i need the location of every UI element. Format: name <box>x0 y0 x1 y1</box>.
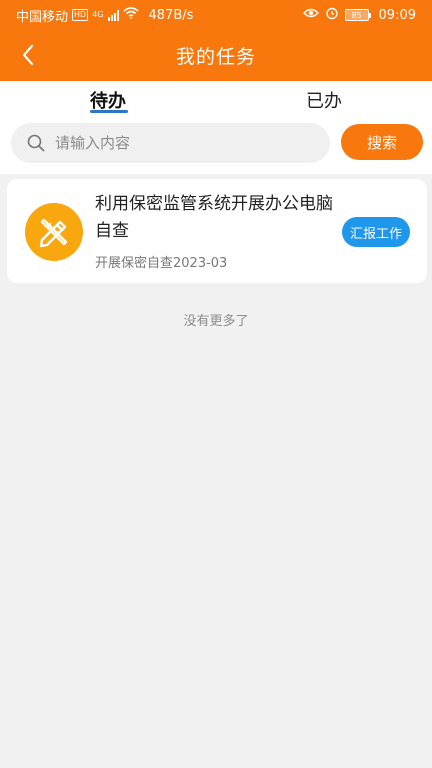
wifi-icon <box>122 7 139 23</box>
page-title: 我的任务 <box>175 46 256 68</box>
battery-icon: 85 <box>344 9 371 21</box>
status-left: 中国移动 HD 4G 487B/s <box>16 6 193 25</box>
tab-label: 已办 <box>306 90 342 112</box>
search-icon <box>27 134 45 152</box>
chevron-left-icon <box>22 44 34 66</box>
nav-bar: 我的任务 <box>0 30 432 81</box>
tab-bar: 待办 已办 <box>0 81 432 118</box>
back-button[interactable] <box>14 40 42 70</box>
eye-icon <box>302 7 319 23</box>
hd-icon: HD <box>72 9 89 21</box>
report-work-label: 汇报工作 <box>349 226 402 242</box>
status-right: 85 09:09 <box>302 6 416 24</box>
app-header: 中国移动 HD 4G 487B/s 85 09:09 我的任务 <box>0 0 432 81</box>
task-icon-badge <box>25 203 83 261</box>
tab-done[interactable]: 已办 <box>216 81 432 118</box>
list-end-text: 没有更多了 <box>183 314 249 329</box>
status-bar: 中国移动 HD 4G 487B/s 85 09:09 <box>0 0 432 30</box>
task-title: 利用保密监管系统开展办公电脑自查 <box>95 194 333 241</box>
network-speed: 487B/s <box>148 7 194 23</box>
battery-level: 85 <box>351 10 362 20</box>
search-box[interactable] <box>11 123 330 163</box>
search-bar: 搜索 <box>0 118 432 174</box>
signal-icon <box>107 9 119 21</box>
network-type: 4G <box>92 10 104 19</box>
search-input[interactable] <box>55 134 305 152</box>
report-work-button[interactable]: 汇报工作 <box>342 217 410 247</box>
clock: 09:09 <box>378 7 416 23</box>
pencil-ruler-icon <box>39 218 68 248</box>
carrier-name: 中国移动 <box>16 9 69 25</box>
task-subtitle: 开展保密自查2023-03 <box>95 256 228 271</box>
active-tab-indicator <box>90 110 128 113</box>
search-button-label: 搜索 <box>366 133 397 152</box>
search-button[interactable]: 搜索 <box>341 124 423 160</box>
task-card[interactable]: 利用保密监管系统开展办公电脑自查 开展保密自查2023-03 汇报工作 <box>7 179 427 283</box>
alarm-icon <box>325 6 339 24</box>
tab-label: 待办 <box>90 90 126 112</box>
